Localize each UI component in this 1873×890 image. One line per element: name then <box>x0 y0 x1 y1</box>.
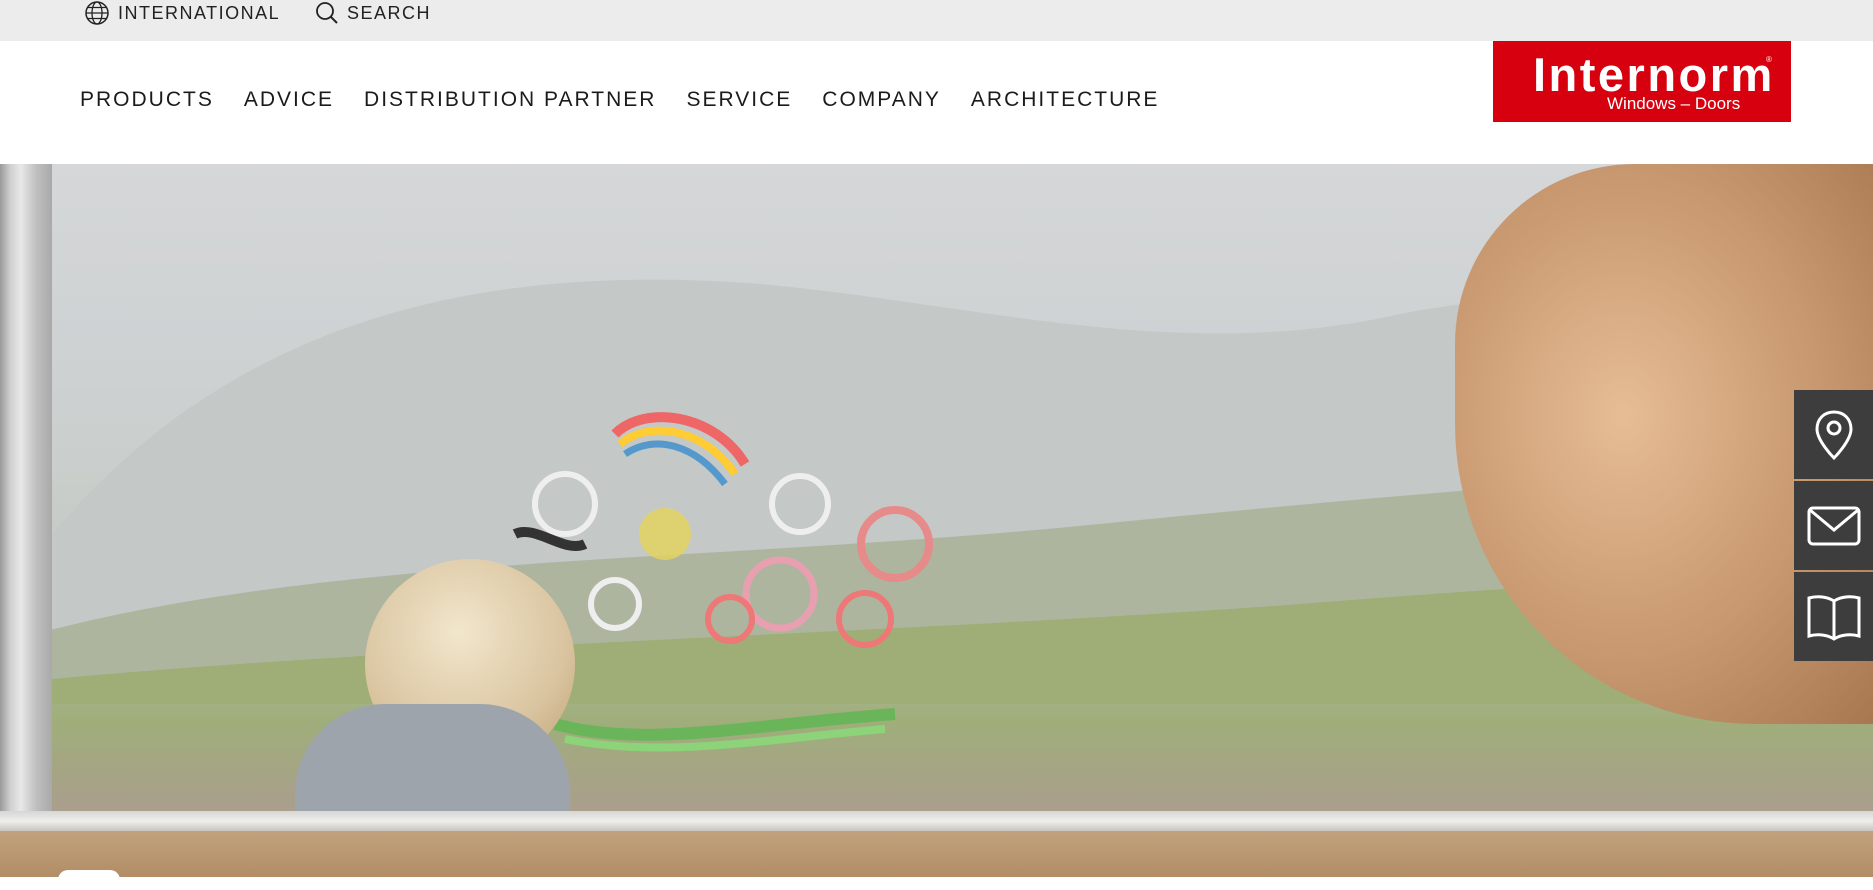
search-icon <box>316 2 338 24</box>
nav-item-service[interactable]: SERVICE <box>686 88 792 112</box>
catalog-book-icon <box>1807 594 1860 641</box>
scroll-indicator[interactable] <box>58 870 120 890</box>
nav-item-company[interactable]: COMPANY <box>822 88 941 112</box>
wooden-sill <box>0 831 1873 877</box>
location-pin-icon <box>1814 409 1853 460</box>
main-nav: PRODUCTS ADVICE DISTRIBUTION PARTNER SER… <box>80 88 1189 112</box>
international-link[interactable]: INTERNATIONAL <box>84 0 280 26</box>
contact-button[interactable] <box>1794 481 1873 570</box>
find-dealer-button[interactable] <box>1794 390 1873 479</box>
utility-bar: INTERNATIONAL SEARCH <box>0 0 1873 41</box>
catalog-button[interactable] <box>1794 572 1873 661</box>
side-action-bar <box>1794 390 1873 663</box>
nav-item-advice[interactable]: ADVICE <box>244 88 334 112</box>
logo-tagline: Windows – Doors <box>1607 94 1741 113</box>
hero-image <box>0 164 1873 877</box>
globe-icon <box>85 1 109 25</box>
window-sill <box>0 811 1873 831</box>
mail-icon <box>1807 506 1860 545</box>
international-label: INTERNATIONAL <box>118 2 281 23</box>
nav-item-architecture[interactable]: ARCHITECTURE <box>971 88 1160 112</box>
window-frame <box>0 164 52 877</box>
nav-item-products[interactable]: PRODUCTS <box>80 88 214 112</box>
internorm-logo[interactable]: Internorm ® Windows – Doors <box>1493 41 1791 122</box>
search-label: SEARCH <box>347 2 432 23</box>
nav-item-distribution-partner[interactable]: DISTRIBUTION PARTNER <box>364 88 656 112</box>
search-link[interactable]: SEARCH <box>315 0 431 26</box>
registered-mark-icon: ® <box>1766 55 1772 64</box>
site-header: PRODUCTS ADVICE DISTRIBUTION PARTNER SER… <box>0 41 1873 164</box>
